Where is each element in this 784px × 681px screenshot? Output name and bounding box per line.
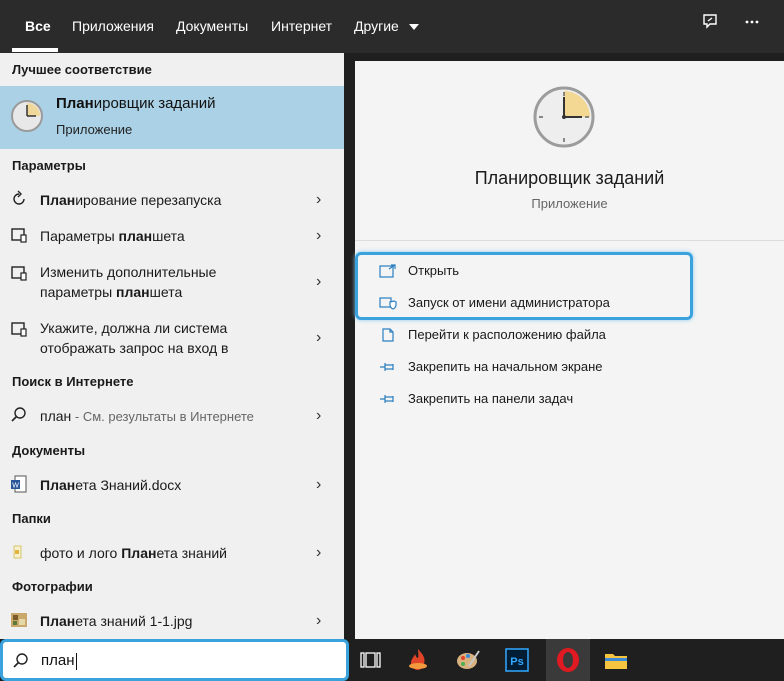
tab-apps[interactable]: Приложения bbox=[72, 0, 154, 53]
photos-header: Фотографии bbox=[12, 579, 93, 594]
chevron-right-icon[interactable]: › bbox=[316, 228, 326, 244]
app-fire-icon[interactable] bbox=[404, 646, 432, 674]
web-search-header: Поиск в Интернете bbox=[12, 374, 134, 389]
setting-label: Планирование перезапуска bbox=[40, 192, 222, 208]
chevron-right-icon[interactable]: › bbox=[316, 330, 326, 346]
text-caret bbox=[75, 652, 77, 670]
chevron-right-icon[interactable]: › bbox=[316, 274, 326, 290]
more-icon[interactable] bbox=[738, 13, 766, 41]
document-label: Планета Знаний.docx bbox=[40, 477, 182, 493]
folder-icon bbox=[10, 543, 30, 563]
restart-icon bbox=[10, 190, 30, 210]
preview-title: Планировщик заданий bbox=[474, 168, 665, 188]
best-match-header: Лучшее соответствие bbox=[12, 62, 152, 77]
pin-icon bbox=[379, 360, 397, 374]
tab-documents[interactable]: Документы bbox=[176, 0, 248, 53]
chevron-right-icon[interactable]: › bbox=[316, 545, 326, 561]
clock-icon bbox=[10, 99, 44, 133]
divider bbox=[355, 240, 784, 241]
action-label: Закрепить на начальном экране bbox=[408, 359, 603, 374]
best-match-subtitle: Приложение bbox=[56, 122, 133, 137]
setting-item-tablet-advanced[interactable]: Изменить дополнительные параметры планше… bbox=[0, 261, 344, 303]
setting-label-line2: параметры планшета bbox=[40, 284, 183, 300]
folder-item[interactable]: фото и лого Планета знаний › bbox=[0, 541, 344, 565]
file-location-icon bbox=[379, 328, 397, 342]
tablet-icon bbox=[10, 264, 30, 284]
web-search-item[interactable]: план - См. результаты в Интернете › bbox=[0, 404, 344, 428]
tab-internet[interactable]: Интернет bbox=[271, 0, 332, 53]
search-icon bbox=[12, 652, 32, 672]
best-match-title: Планировщик заданий bbox=[56, 95, 216, 112]
search-input[interactable]: план bbox=[41, 652, 77, 670]
document-item[interactable]: W Планета Знаний.docx › bbox=[0, 473, 344, 497]
action-label: Закрепить на панели задач bbox=[408, 391, 574, 406]
chevron-right-icon[interactable]: › bbox=[316, 477, 326, 493]
chevron-down-icon bbox=[408, 24, 419, 31]
file-explorer-icon[interactable] bbox=[602, 646, 630, 674]
results-panel: Лучшее соответствие Планировщик заданий … bbox=[0, 53, 344, 639]
preview-subtitle: Приложение bbox=[531, 196, 608, 211]
setting-item-tablet[interactable]: Параметры планшета › bbox=[0, 224, 344, 248]
tablet-icon bbox=[10, 320, 30, 340]
chevron-right-icon[interactable]: › bbox=[316, 408, 326, 424]
search-box[interactable]: план bbox=[0, 639, 349, 681]
settings-header: Параметры bbox=[12, 158, 86, 173]
setting-label-line2: отображать запрос на вход в bbox=[40, 340, 229, 356]
pin-icon bbox=[379, 392, 397, 406]
photoshop-icon[interactable]: Ps bbox=[503, 646, 531, 674]
tab-all[interactable]: Все bbox=[25, 0, 51, 53]
folders-header: Папки bbox=[12, 511, 51, 526]
photo-item[interactable]: Планета знаний 1-1.jpg › bbox=[0, 609, 344, 633]
search-tabs-bar: Все Приложения Документы Интернет Другие bbox=[0, 0, 784, 53]
folder-label: фото и лого Планета знаний bbox=[40, 545, 227, 561]
documents-header: Документы bbox=[12, 443, 86, 458]
photo-label: Планета знаний 1-1.jpg bbox=[40, 613, 193, 629]
tablet-icon bbox=[10, 226, 30, 246]
setting-item-restart[interactable]: Планирование перезапуска › bbox=[0, 188, 344, 212]
feedback-icon[interactable] bbox=[696, 13, 724, 41]
tab-other[interactable]: Другие bbox=[354, 0, 419, 53]
task-view-icon[interactable] bbox=[356, 646, 384, 674]
chevron-right-icon[interactable]: › bbox=[316, 613, 326, 629]
action-label: Перейти к расположению файла bbox=[408, 327, 606, 342]
preview-panel: Планировщик заданий Приложение Открыть З… bbox=[355, 61, 784, 639]
setting-label-line1: Укажите, должна ли система bbox=[40, 320, 228, 336]
setting-label: Параметры планшета bbox=[40, 228, 185, 244]
svg-text:Ps: Ps bbox=[510, 656, 523, 668]
chevron-right-icon[interactable]: › bbox=[316, 192, 326, 208]
image-icon bbox=[10, 611, 30, 631]
web-search-label: план - См. результаты в Интернете bbox=[40, 408, 254, 424]
setting-label-line1: Изменить дополнительные bbox=[40, 264, 217, 280]
active-tab-indicator bbox=[12, 48, 58, 52]
setting-item-signin-prompt[interactable]: Укажите, должна ли система отображать за… bbox=[0, 317, 344, 359]
highlight-frame bbox=[355, 252, 693, 320]
best-match-item[interactable]: Планировщик заданий Приложение bbox=[0, 86, 344, 149]
clock-icon bbox=[532, 85, 596, 149]
word-doc-icon: W bbox=[10, 475, 30, 495]
search-icon bbox=[10, 406, 30, 426]
tab-other-label: Другие bbox=[354, 18, 399, 34]
opera-icon[interactable] bbox=[554, 646, 582, 674]
paint-icon[interactable] bbox=[454, 646, 482, 674]
svg-text:W: W bbox=[12, 483, 19, 490]
